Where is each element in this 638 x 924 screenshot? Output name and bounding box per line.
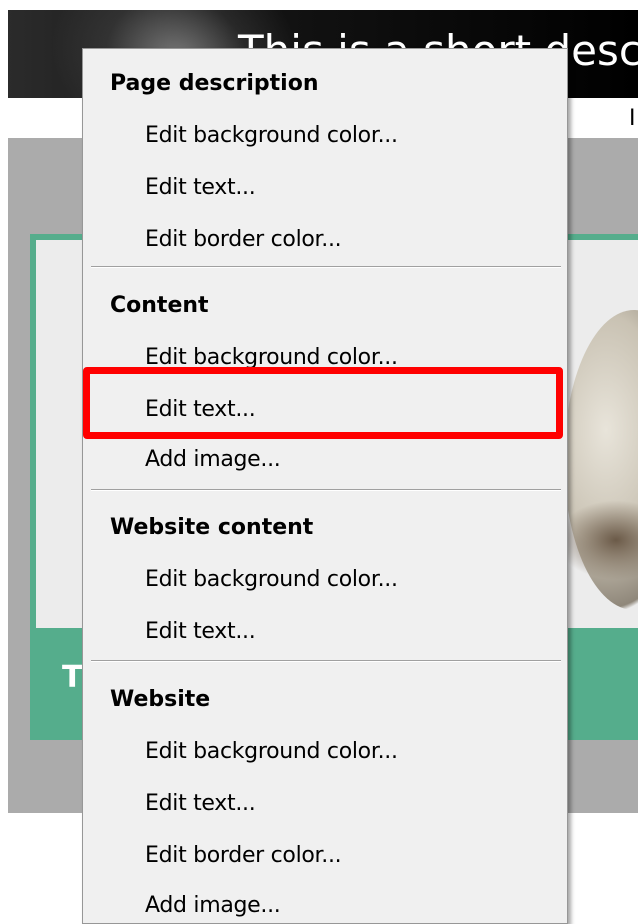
highlight-box xyxy=(83,367,563,439)
menu-item-website-edit-text[interactable]: Edit text... xyxy=(145,791,256,816)
menu-separator xyxy=(91,266,561,268)
context-menu[interactable]: Page description Edit background color..… xyxy=(82,48,568,924)
menu-item-page-description-edit-background-color[interactable]: Edit background color... xyxy=(145,123,398,148)
menu-item-website-edit-background-color[interactable]: Edit background color... xyxy=(145,739,398,764)
menu-header-content: Content xyxy=(110,293,209,318)
menu-separator xyxy=(91,660,561,662)
menu-item-page-description-edit-text[interactable]: Edit text... xyxy=(145,175,256,200)
menu-item-page-description-edit-border-color[interactable]: Edit border color... xyxy=(145,227,342,252)
page-description-text: I xyxy=(629,106,636,131)
menu-item-website-add-image[interactable]: Add image... xyxy=(145,893,281,918)
menu-separator xyxy=(91,489,561,491)
menu-header-page-description: Page description xyxy=(110,71,319,96)
menu-item-website-content-edit-background-color[interactable]: Edit background color... xyxy=(145,567,398,592)
content-caption: T xyxy=(62,660,83,695)
menu-header-website: Website xyxy=(110,687,211,712)
cup-image-shadow xyxy=(556,500,638,580)
menu-item-content-add-image[interactable]: Add image... xyxy=(145,447,281,472)
menu-item-website-content-edit-text[interactable]: Edit text... xyxy=(145,619,256,644)
menu-item-website-edit-border-color[interactable]: Edit border color... xyxy=(145,843,342,868)
menu-header-website-content: Website content xyxy=(110,515,314,540)
